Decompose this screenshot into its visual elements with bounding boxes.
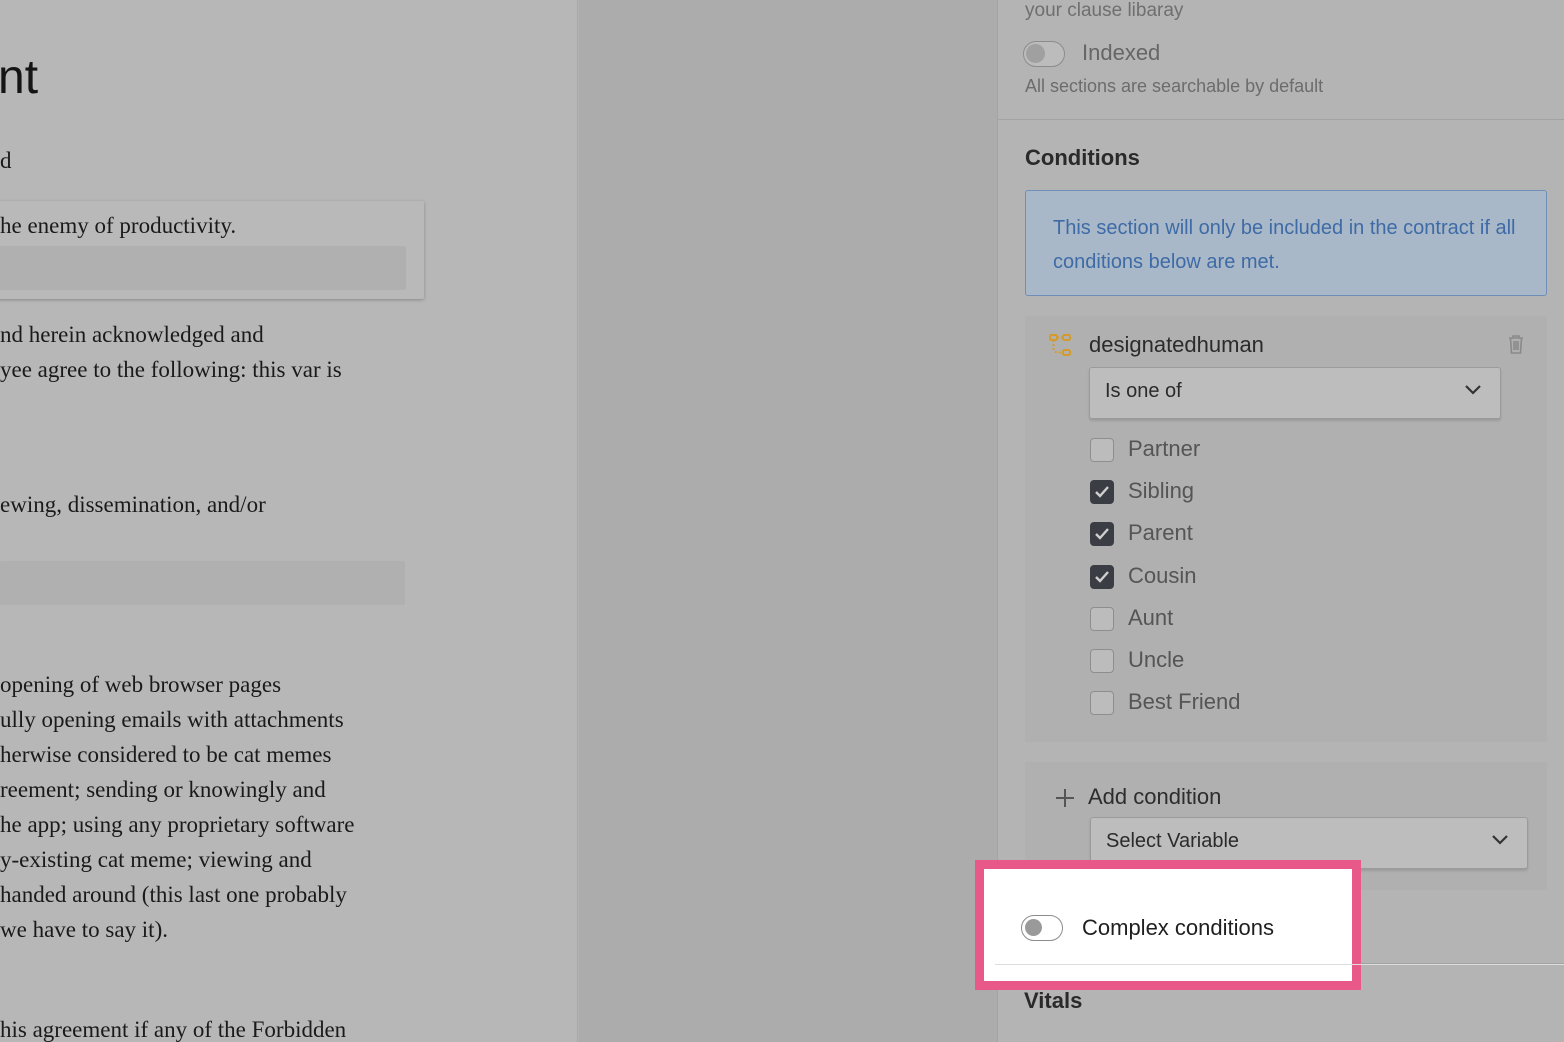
condition-card: designatedhuman Is one of Partner Siblin… [1025,316,1547,742]
document-line: we have to say it). [0,917,168,942]
checkbox-checked[interactable] [1090,480,1114,504]
chevron-down-icon [1465,385,1481,395]
option-label: Cousin [1128,563,1197,588]
complex-conditions-label: Complex conditions [1082,915,1274,940]
operator-select-value: Is one of [1105,380,1182,402]
option-label: Best Friend [1128,689,1241,714]
document-line: ewing, dissemination, and/or [0,492,266,517]
complex-conditions-highlight: Complex conditions [975,860,1564,990]
trash-icon[interactable] [1507,334,1525,354]
variable-branch-icon [1049,334,1071,356]
indexed-toggle[interactable] [1023,41,1065,67]
section-placeholder-bar [0,561,405,605]
divider [1361,963,1564,964]
add-condition-button[interactable]: Add condition [1088,784,1221,810]
active-section-card[interactable]: he enemy of productivity. [0,201,424,299]
document-line: d [0,148,12,173]
conditions-info-text: This section will only be included in th… [1053,217,1516,273]
complex-conditions-toggle[interactable] [1021,915,1063,941]
option-label: Aunt [1128,605,1174,630]
indexed-help: All sections are searchable by default [1025,76,1324,96]
document-line: his agreement if any of the Forbidden [0,1017,347,1042]
option-label: Uncle [1128,647,1185,672]
plus-icon[interactable] [1055,788,1075,808]
checkbox[interactable] [1090,691,1114,715]
divider [995,964,1564,965]
conditions-info-box: This section will only be included in th… [1025,190,1547,296]
indexed-label: Indexed [1082,40,1161,65]
clause-library-help: your clause libaray [1025,0,1184,21]
document-line: handed around (this last one probably [0,882,347,907]
operator-select[interactable]: Is one of [1089,367,1501,419]
document-line: he app; using any proprietary software [0,812,355,837]
document-line: nd herein acknowledged and [0,322,264,347]
document-page: nt d he enemy of productivity. nd herein… [0,0,578,1042]
document-line: herwise considered to be cat memes [0,742,332,767]
condition-variable-name: designatedhuman [1089,332,1264,357]
document-line: opening of web browser pages [0,672,282,697]
checkbox-checked[interactable] [1090,522,1114,546]
option-label: Sibling [1128,478,1195,503]
active-section-text: he enemy of productivity. [0,213,237,238]
document-line: y-existing cat meme; viewing and [0,847,312,872]
select-variable-value: Select Variable [1106,830,1240,852]
checkbox-checked[interactable] [1090,565,1114,589]
divider [998,119,1564,120]
section-placeholder-bar [0,246,406,290]
checkbox[interactable] [1090,607,1114,631]
document-line: ully opening emails with attachments [0,707,344,732]
option-label: Parent [1128,520,1193,545]
checkbox[interactable] [1090,649,1114,673]
document-line: reement; sending or knowingly and [0,777,326,802]
editor-gutter [579,0,997,1042]
checkbox[interactable] [1090,438,1114,462]
conditions-heading: Conditions [1025,145,1140,170]
document-line: yee agree to the following: this var is [0,357,342,382]
document-title: nt [0,51,39,104]
option-label: Partner [1128,436,1201,461]
chevron-down-icon [1492,835,1508,845]
vitals-heading: Vitals [1024,988,1083,1013]
